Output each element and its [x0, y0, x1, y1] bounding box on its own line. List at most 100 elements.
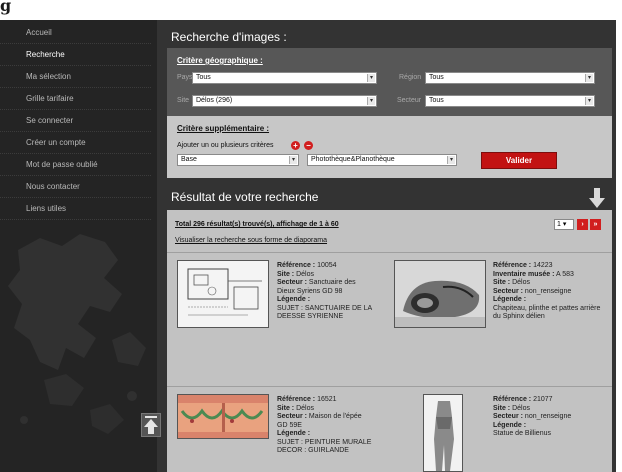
- results-divider: [167, 252, 612, 253]
- secteur-label: Secteur :: [277, 279, 307, 286]
- double-chevron-right-icon[interactable]: »: [590, 219, 601, 230]
- secteur-label: Secteur :: [277, 413, 307, 420]
- page-select[interactable]: 1 ▾: [554, 219, 574, 230]
- ref-value: 10054: [317, 262, 337, 269]
- validate-button[interactable]: Valider: [481, 152, 557, 169]
- main-content: Recherche d'images : Critère géographiqu…: [157, 20, 616, 472]
- plan-drawing-image: [178, 261, 268, 327]
- page-right-margin: [616, 20, 622, 472]
- results-divider: [167, 386, 612, 387]
- results-panel: Total 296 résultat(s) trouvé(s), afficha…: [167, 210, 612, 472]
- sidebar-item-se-connecter[interactable]: Se connecter: [0, 110, 151, 132]
- inventory-label: Inventaire musée :: [493, 270, 555, 278]
- phototheque-select[interactable]: Photothèque&Planothèque ▾: [307, 154, 457, 166]
- greece-map-decoration: [8, 234, 146, 434]
- search-title: Recherche d'images :: [171, 30, 287, 44]
- ref-label: Référence :: [277, 396, 316, 403]
- pays-select[interactable]: Tous ▾: [192, 72, 377, 84]
- site-label: Site :: [277, 270, 295, 278]
- results-total: Total 296 résultat(s) trouvé(s), afficha…: [175, 221, 339, 228]
- region-select[interactable]: Tous ▾: [425, 72, 595, 84]
- legend-label: Légende :: [493, 421, 527, 429]
- sidebar-item-mot-de-passe[interactable]: Mot de passe oublié: [0, 154, 151, 176]
- site-label: Site :: [493, 279, 511, 286]
- secteur-label: Secteur: [397, 97, 422, 104]
- legend-value: SUJET : SANCTUAIRE DE LA DEESSE SYRIENNE: [277, 304, 372, 321]
- site-value: Délos: [296, 404, 314, 412]
- chevron-down-icon: ▾: [367, 74, 375, 82]
- page-select-value: 1: [557, 221, 561, 228]
- sidebar-item-grille-tarifaire[interactable]: Grille tarifaire: [0, 88, 151, 110]
- site-value: Délos: [296, 270, 314, 278]
- phototheque-select-value: Photothèque&Planothèque: [311, 156, 395, 163]
- result-info-4: Référence : 21077 Site : Délos Secteur :…: [493, 396, 603, 439]
- add-criteria-text: Ajouter un ou plusieurs critères: [177, 142, 274, 149]
- secteur-select[interactable]: Tous ▾: [425, 95, 595, 107]
- capital-photo-image: [395, 261, 485, 327]
- chevron-down-icon: ▾: [585, 74, 593, 82]
- result-info-2: Référence : 14223 Inventaire musée : A 5…: [493, 262, 603, 322]
- sidebar-nav: Accueil Recherche Ma sélection Grille ta…: [0, 20, 157, 220]
- result-thumbnail-3[interactable]: [177, 394, 269, 439]
- pays-select-value: Tous: [196, 74, 211, 81]
- inventory-value: A 583: [556, 270, 574, 278]
- secteur-value: non_renseigne: [524, 413, 572, 420]
- chevron-down-icon: ▾: [289, 156, 297, 164]
- pays-label: Pays: [177, 74, 193, 81]
- sidebar-item-liens-utiles[interactable]: Liens utiles: [0, 198, 151, 220]
- result-thumbnail-4[interactable]: [423, 394, 463, 472]
- secteur-value: non_renseigne: [524, 287, 572, 295]
- ref-label: Référence :: [493, 262, 532, 269]
- sidebar-item-creer-compte[interactable]: Créer un compte: [0, 132, 151, 154]
- site-select[interactable]: Délos (296) ▾: [192, 95, 377, 107]
- arrow-up-icon: [144, 416, 158, 434]
- arrow-down-icon[interactable]: [589, 188, 605, 208]
- secteur-select-value: Tous: [429, 97, 444, 104]
- site-label: Site: [177, 97, 190, 104]
- legend-label: Légende :: [493, 296, 527, 303]
- site-select-value: Délos (296): [196, 97, 233, 104]
- fresco-image: [178, 395, 268, 438]
- secteur-label: Secteur :: [493, 413, 523, 420]
- sidebar-item-accueil[interactable]: Accueil: [0, 22, 151, 44]
- region-label: Région: [399, 74, 422, 81]
- extra-criteria-heading: Critère supplémentaire :: [177, 124, 270, 133]
- site-label: Site :: [277, 404, 295, 412]
- top-strip: g: [0, 0, 622, 20]
- ref-value: 16521: [317, 396, 337, 403]
- slideshow-link[interactable]: Visualiser la recherche sous forme de di…: [175, 237, 327, 244]
- extra-criteria-panel: Critère supplémentaire : Ajouter un ou p…: [167, 116, 612, 178]
- legend-value: SUJET : PEINTURE MURALE DECOR : GUIRLAND…: [277, 438, 372, 455]
- back-to-top-button[interactable]: [141, 413, 161, 437]
- result-thumbnail-2[interactable]: [394, 260, 486, 328]
- sidebar: Accueil Recherche Ma sélection Grille ta…: [0, 20, 157, 472]
- minus-circle-icon[interactable]: −: [304, 141, 313, 150]
- plus-circle-icon[interactable]: +: [291, 141, 300, 150]
- chevron-down-icon: ▾: [585, 97, 593, 105]
- sidebar-item-ma-selection[interactable]: Ma sélection: [0, 66, 151, 88]
- ref-label: Référence :: [493, 396, 532, 403]
- base-select-value: Base: [181, 156, 197, 163]
- ref-value: 21077: [533, 396, 553, 403]
- geo-criteria-heading: Critère géographique :: [177, 56, 263, 65]
- results-title: Résultat de votre recherche: [171, 190, 319, 204]
- ref-value: 14223: [533, 262, 553, 269]
- result-info-1: Référence : 10054 Site : Délos Secteur :…: [277, 262, 372, 322]
- legend-label: Légende :: [277, 296, 311, 303]
- site-label: Site :: [493, 404, 511, 412]
- result-info-3: Référence : 16521 Site : Délos Secteur :…: [277, 396, 372, 456]
- sidebar-item-nous-contacter[interactable]: Nous contacter: [0, 176, 151, 198]
- legend-label: Légende :: [277, 430, 311, 437]
- site-value: Délos: [512, 279, 530, 286]
- sidebar-item-recherche[interactable]: Recherche: [0, 44, 151, 66]
- chevron-right-icon[interactable]: ›: [577, 219, 588, 230]
- statue-image: [424, 395, 462, 471]
- base-select[interactable]: Base ▾: [177, 154, 299, 166]
- site-logo[interactable]: g: [0, 0, 11, 15]
- geo-criteria-panel: Critère géographique : Pays Tous ▾ Régio…: [167, 48, 612, 116]
- result-thumbnail-1[interactable]: [177, 260, 269, 328]
- legend-value: Chapiteau, plinthe et pattes arrière du …: [493, 304, 601, 321]
- ref-label: Référence :: [277, 262, 316, 269]
- legend-value: Statue de Billienus: [493, 430, 551, 437]
- region-select-value: Tous: [429, 74, 444, 81]
